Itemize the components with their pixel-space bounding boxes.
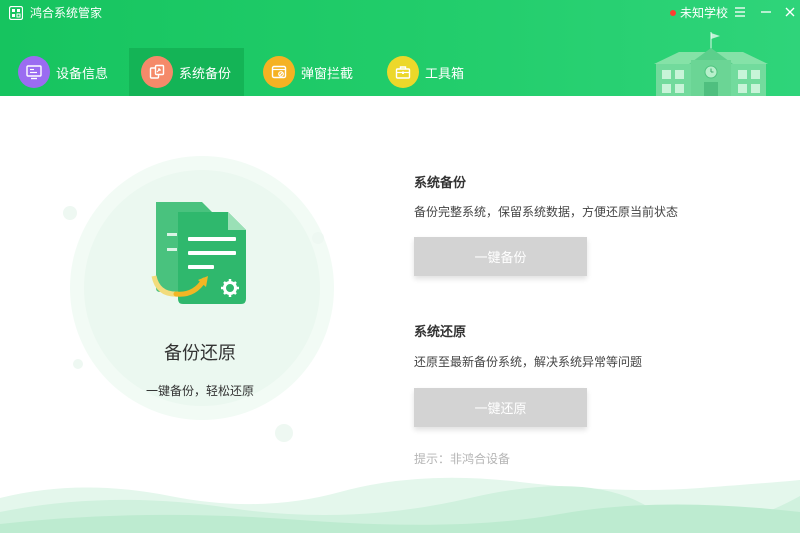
- feature-title: 备份还原: [164, 343, 236, 364]
- tab-label: 系统备份: [179, 66, 232, 82]
- tab-toolbox[interactable]: 工具箱: [387, 48, 464, 96]
- restore-section-desc: 还原至最新备份系统，解决系统异常等问题: [414, 355, 643, 369]
- decorative-waves: [0, 477, 800, 533]
- one-click-backup-button[interactable]: 一键备份: [414, 237, 587, 276]
- backup-section-desc: 备份完整系统，保留系统数据，方便还原当前状态: [414, 205, 679, 219]
- app-header: 鸿合系统管家 未知学校 设备信息 系统备份 弹窗拦截 工具箱: [0, 0, 800, 96]
- tab-label: 设备信息: [56, 66, 109, 82]
- device-hint: 提示：非鸿合设备: [414, 452, 511, 466]
- tab-popup-block[interactable]: 弹窗拦截: [263, 48, 353, 96]
- menu-icon[interactable]: [731, 3, 749, 21]
- toolbox-icon: [387, 56, 419, 88]
- minimize-icon[interactable]: [757, 3, 775, 21]
- tab-label: 工具箱: [425, 66, 465, 82]
- popup-block-icon: [263, 56, 295, 88]
- app-title: 鸿合系统管家: [30, 6, 103, 20]
- tab-label: 弹窗拦截: [301, 66, 354, 82]
- backup-icon: [141, 56, 173, 88]
- monitor-icon: [18, 56, 50, 88]
- school-building-icon: [654, 32, 768, 96]
- title-bar: 鸿合系统管家 未知学校: [0, 0, 800, 26]
- tab-system-backup[interactable]: 系统备份: [129, 48, 244, 96]
- one-click-restore-button[interactable]: 一键还原: [414, 388, 587, 427]
- close-icon[interactable]: [781, 3, 799, 21]
- status-dot: [670, 10, 676, 16]
- app-logo-icon: [9, 6, 23, 20]
- feature-subtitle: 一键备份，轻松还原: [145, 384, 254, 398]
- school-name: 未知学校: [680, 6, 729, 20]
- tab-device-info[interactable]: 设备信息: [18, 48, 108, 96]
- backup-section-title: 系统备份: [414, 176, 467, 191]
- restore-section-title: 系统还原: [414, 325, 467, 340]
